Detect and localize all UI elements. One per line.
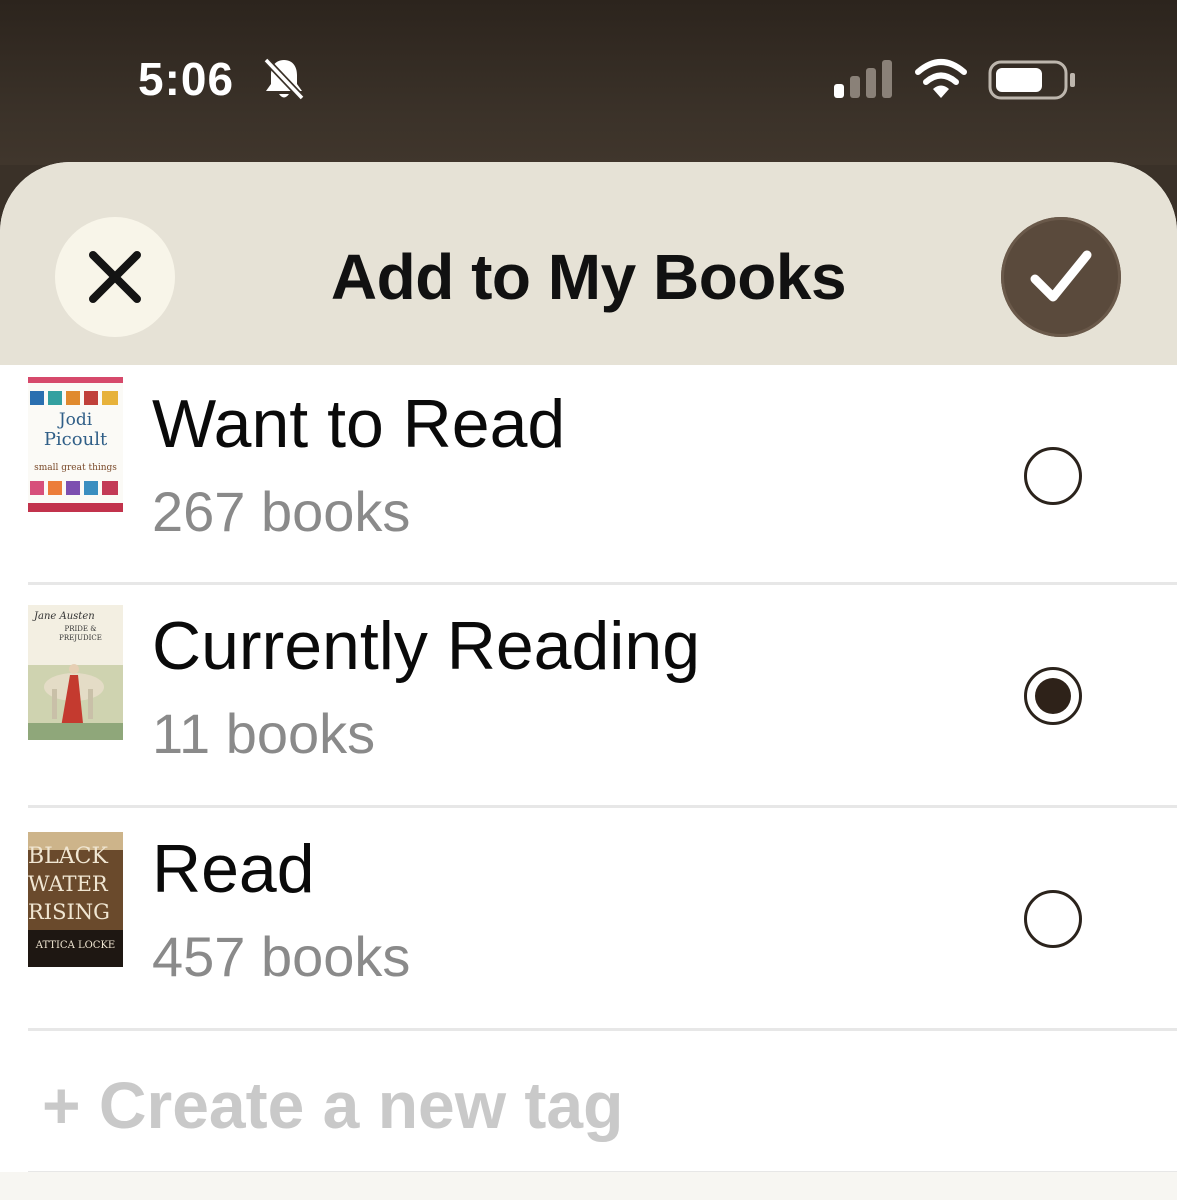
cover-title-line-2: WATER xyxy=(28,872,108,896)
bell-slash-icon xyxy=(262,56,306,107)
book-cover: Jodi Picoult small great things xyxy=(28,377,123,512)
cover-title-line-3: RISING xyxy=(28,900,110,924)
signal-icon xyxy=(834,60,896,105)
shelf-name: Currently Reading xyxy=(152,608,701,684)
cover-title: PRIDE & PREJUDICE xyxy=(59,625,102,642)
battery-icon xyxy=(988,60,1078,107)
shelf-count: 457 books xyxy=(152,925,411,988)
shelf-radio-read[interactable] xyxy=(1024,890,1082,948)
sheet-header: Add to My Books xyxy=(0,162,1177,365)
checkmark-icon xyxy=(1030,250,1092,302)
shelf-name: Read xyxy=(152,831,315,907)
create-new-tag-label: + Create a new tag xyxy=(42,1068,624,1142)
status-bar: 5:06 xyxy=(0,0,1177,165)
shelf-list: Jodi Picoult small great things Want to … xyxy=(0,365,1177,1174)
confirm-button[interactable] xyxy=(1001,217,1121,337)
cover-author: Jodi xyxy=(58,410,93,430)
shelf-radio-currently-reading[interactable] xyxy=(1024,667,1082,725)
shelf-row-read[interactable]: BLACK WATER RISING ATTICA LOCKE Read 457… xyxy=(28,808,1177,1031)
cover-author: ATTICA LOCKE xyxy=(35,940,116,951)
shelf-count: 267 books xyxy=(152,480,411,543)
cover-author-surname: Picoult xyxy=(43,429,108,450)
status-time: 5:06 xyxy=(138,53,235,105)
add-to-my-books-sheet: Add to My Books Jodi Picoult small great… xyxy=(0,162,1177,1200)
shelf-radio-want-to-read[interactable] xyxy=(1024,447,1082,505)
cover-title-line-1: BLACK xyxy=(28,844,108,869)
cover-title: small great things xyxy=(34,463,117,473)
create-new-tag-row[interactable]: + Create a new tag xyxy=(28,1031,1177,1174)
book-cover: BLACK WATER RISING ATTICA LOCKE xyxy=(28,832,123,967)
wifi-icon xyxy=(913,58,969,105)
book-cover: Jane Austen PRIDE & PREJUDICE xyxy=(28,605,123,740)
shelf-row-want-to-read[interactable]: Jodi Picoult small great things Want to … xyxy=(28,365,1177,585)
sheet-bottom xyxy=(0,1172,1177,1200)
shelf-name: Want to Read xyxy=(152,386,566,462)
cover-author: Jane Austen xyxy=(34,611,95,622)
shelf-count: 11 books xyxy=(152,702,376,765)
shelf-row-currently-reading[interactable]: Jane Austen PRIDE & PREJUDICE Currently … xyxy=(28,585,1177,808)
